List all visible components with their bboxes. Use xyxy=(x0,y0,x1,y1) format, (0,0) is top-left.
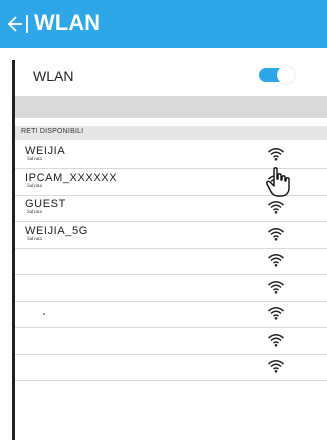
hand-pointer-icon xyxy=(266,167,290,197)
section-title: RETI DISPONIBILI xyxy=(21,128,84,135)
wlan-toggle[interactable] xyxy=(259,66,295,84)
app-header: WLAN xyxy=(0,0,327,48)
network-status: Salvata xyxy=(27,183,42,189)
wifi-icon xyxy=(268,360,284,373)
network-status: Salvata xyxy=(27,157,42,162)
network-row[interactable] xyxy=(15,275,327,302)
network-name: GUEST xyxy=(25,198,66,210)
network-name: WEIJIA_5G xyxy=(25,224,88,237)
network-status: Salvata xyxy=(27,210,42,215)
wlan-label: WLAN xyxy=(33,68,74,84)
network-row[interactable] xyxy=(15,301,327,328)
toggle-knob xyxy=(277,66,295,84)
back-arrow-icon[interactable] xyxy=(6,12,32,36)
network-row[interactable] xyxy=(15,248,327,275)
wlan-toggle-row[interactable]: WLAN xyxy=(15,58,327,92)
network-status: Salvata xyxy=(27,236,42,242)
network-row[interactable] xyxy=(15,354,327,381)
network-row[interactable]: WEIJIA_5G Salvata xyxy=(15,222,327,249)
wifi-icon xyxy=(268,254,284,267)
wifi-icon xyxy=(268,307,284,320)
network-row[interactable] xyxy=(15,328,327,355)
wifi-icon xyxy=(268,227,284,241)
wifi-icon xyxy=(268,280,284,294)
section-header: RETI DISPONIBILI xyxy=(15,126,327,140)
network-row[interactable]: GUEST Salvata xyxy=(15,195,327,222)
wifi-icon xyxy=(268,333,284,347)
wifi-icon xyxy=(268,148,284,161)
dot-mark xyxy=(43,313,45,315)
wlan-panel: WLAN RETI DISPONIBILI WEIJIA Salvata IPCA… xyxy=(15,48,327,440)
network-name: IPCAM_XXXXXX xyxy=(25,171,118,184)
network-name: WEIJIA xyxy=(25,145,66,157)
wifi-icon xyxy=(268,201,284,214)
divider-bar xyxy=(15,96,327,118)
network-row[interactable]: WEIJIA Salvata xyxy=(15,142,327,169)
page-title: WLAN xyxy=(34,10,100,35)
